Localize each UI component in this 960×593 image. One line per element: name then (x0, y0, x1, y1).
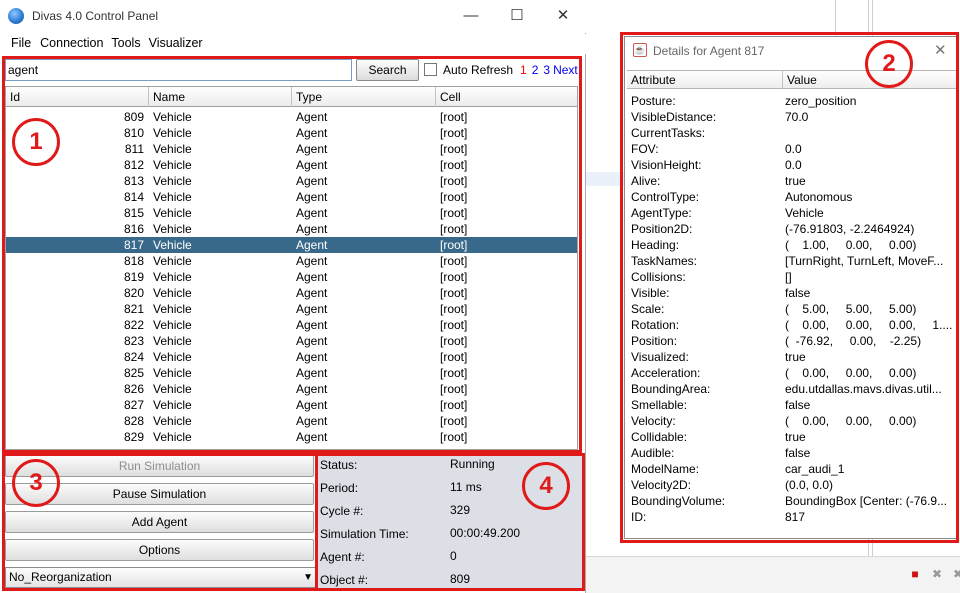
maximize-button[interactable]: ☐ (494, 4, 540, 28)
annotation-label-3: 3 (12, 459, 60, 507)
close-button[interactable]: ✕ (540, 4, 586, 28)
remove-icon[interactable]: ✖ (930, 567, 944, 581)
menu-bar: File Connection Tools Visualizer (0, 34, 586, 54)
background-highlight (585, 172, 625, 186)
background-status-bar (585, 556, 960, 593)
annotation-box-2 (620, 32, 959, 543)
stop-icon[interactable]: ■ (908, 567, 922, 581)
window-title: Divas 4.0 Control Panel (32, 9, 159, 23)
menu-tools[interactable]: Tools (111, 36, 140, 50)
title-bar: Divas 4.0 Control Panel — ☐ ✕ (0, 0, 586, 33)
minimize-button[interactable]: — (448, 4, 494, 28)
annotation-label-2: 2 (865, 40, 913, 88)
annotation-label-1: 1 (12, 118, 60, 166)
globe-icon (8, 8, 24, 24)
menu-file[interactable]: File (11, 36, 31, 50)
menu-connection[interactable]: Connection (40, 36, 103, 50)
annotation-box-1 (2, 56, 582, 453)
menu-visualizer[interactable]: Visualizer (149, 36, 203, 50)
annotation-label-4: 4 (522, 462, 570, 510)
remove-all-icon[interactable]: ✖ (951, 567, 960, 581)
